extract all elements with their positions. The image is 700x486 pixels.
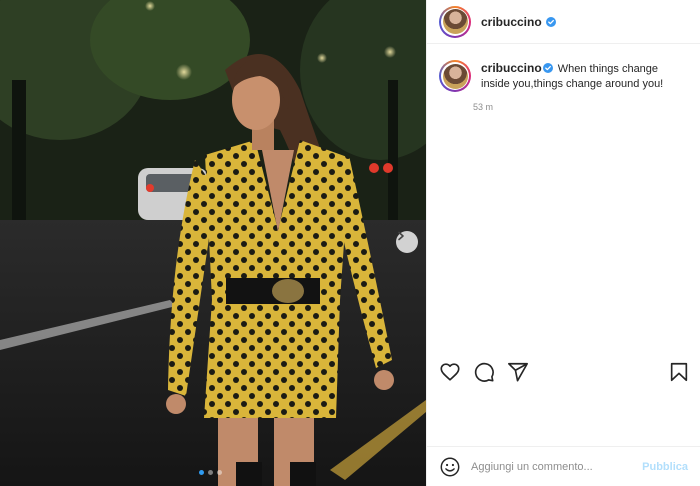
comment-icon <box>474 362 494 382</box>
comment-button[interactable] <box>473 361 495 383</box>
verified-badge-icon <box>542 63 553 73</box>
instagram-post: cribuccino cribuccino When things change… <box>0 0 700 486</box>
avatar-frame <box>441 62 469 90</box>
avatar[interactable] <box>439 5 471 38</box>
chevron-right-icon <box>398 231 404 241</box>
post-caption: cribuccino When things change inside you… <box>427 44 700 92</box>
add-comment-bar: Pubblica <box>427 446 700 486</box>
avatar-image <box>442 9 468 34</box>
post-timestamp[interactable]: 53 m <box>473 102 700 112</box>
photo-illustration <box>0 0 426 486</box>
carousel-dot <box>208 470 213 475</box>
verified-badge-icon <box>545 16 556 27</box>
bookmark-icon <box>670 362 688 382</box>
carousel-next-button[interactable] <box>396 231 418 253</box>
save-button[interactable] <box>668 361 690 383</box>
username-link[interactable]: cribuccino <box>481 15 542 29</box>
post-details-panel: cribuccino cribuccino When things change… <box>426 0 700 486</box>
avatar-image <box>442 63 468 89</box>
share-button[interactable] <box>507 361 529 383</box>
carousel-dot <box>217 470 222 475</box>
publish-button[interactable]: Pubblica <box>642 461 688 473</box>
share-icon <box>508 362 528 382</box>
comment-input[interactable] <box>471 460 621 473</box>
caption-text-block: cribuccino When things change inside you… <box>481 61 688 92</box>
heart-icon <box>440 363 460 381</box>
emoji-icon <box>440 457 460 476</box>
action-bar <box>439 360 690 384</box>
avatar-frame <box>441 7 469 36</box>
post-header: cribuccino <box>427 0 700 44</box>
post-photo[interactable] <box>0 0 426 486</box>
like-button[interactable] <box>439 361 461 383</box>
carousel-indicator <box>199 470 222 475</box>
emoji-picker-button[interactable] <box>439 456 461 478</box>
caption-avatar[interactable] <box>439 60 471 92</box>
carousel-dot <box>199 470 204 475</box>
caption-username-link[interactable]: cribuccino <box>481 61 542 75</box>
